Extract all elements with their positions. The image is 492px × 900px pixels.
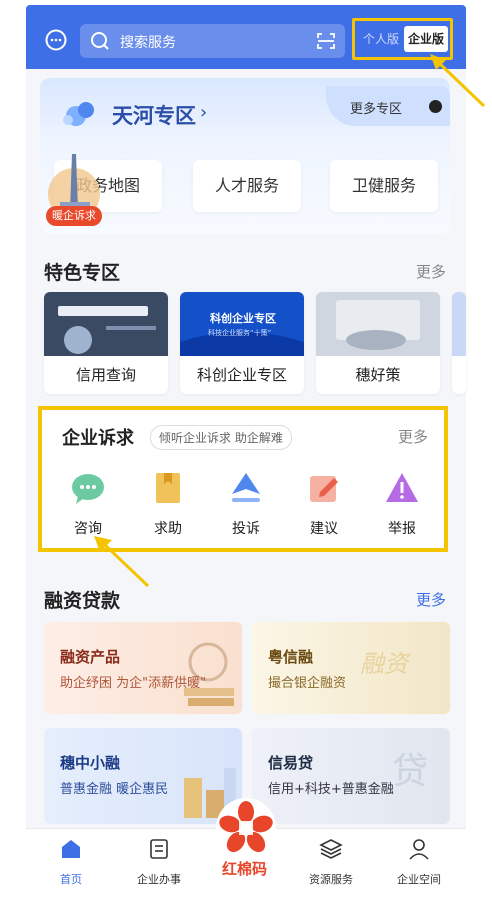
credit-query-tile[interactable]: 信用查询	[44, 292, 168, 394]
talent-service-button[interactable]: 人才服务	[193, 160, 301, 212]
tianhe-logo-icon	[63, 102, 94, 126]
warning-icon	[386, 473, 418, 502]
bookmark-icon	[156, 473, 180, 503]
finance-more-link[interactable]: 更多	[416, 589, 446, 610]
report-button[interactable]: 举报	[372, 470, 432, 540]
complaint-label: 投诉	[232, 521, 260, 537]
chevron-right-icon: ›	[200, 102, 208, 123]
tab-enterprise-affairs-label: 企业办事	[137, 873, 181, 886]
featured-more-link[interactable]: 更多	[416, 261, 446, 282]
user-icon	[409, 839, 429, 860]
suggestion-label: 建议	[310, 521, 338, 537]
sui-sme-finance-card[interactable]: 穗中小融 普惠金融 暖企惠民	[44, 728, 242, 824]
report-label: 举报	[388, 521, 416, 537]
tech-banner-subtitle: 科技企业服务“十策”	[208, 329, 272, 337]
tab-enterprise-space-label: 企业空间	[397, 873, 441, 886]
sui-sme-finance-title: 穗中小融	[60, 754, 121, 772]
complaint-button[interactable]: 投诉	[216, 470, 276, 540]
tab-resource-service[interactable]: 资源服务	[296, 837, 366, 887]
finance-section-title: 融资贷款	[44, 590, 121, 612]
yuexinrong-watermark: 融资	[360, 650, 408, 678]
kapok-code-button[interactable]	[216, 798, 276, 858]
tab-resource-service-label: 资源服务	[309, 873, 353, 886]
callout-arrow-top	[430, 54, 486, 108]
warm-enterprise-badge[interactable]: 暖企诉求	[46, 206, 102, 226]
enterprise-version-button[interactable]: 企业版	[404, 26, 448, 52]
credit-query-label: 信用查询	[75, 366, 136, 384]
tech-enterprise-label: 科创企业专区	[196, 366, 287, 384]
chat-bubble-icon	[72, 474, 104, 504]
finance-product-title: 融资产品	[60, 648, 121, 666]
scan-icon[interactable]	[316, 31, 336, 51]
tab-enterprise-affairs[interactable]: 企业办事	[124, 837, 194, 887]
search-icon	[91, 32, 109, 50]
sui-policy-image	[316, 292, 440, 356]
sui-policy-label: 穗好策	[355, 366, 401, 384]
xinyidai-title: 信易贷	[268, 754, 314, 772]
featured-section-title: 特色专区	[44, 262, 121, 284]
complaint-more-link[interactable]: 更多	[398, 426, 428, 447]
tech-enterprise-tile[interactable]: 科创企业专区 科技企业服务“十策” 科创企业专区	[180, 292, 304, 394]
finance-product-card[interactable]: 融资产品 助企纾困 为企"添薪供暖"	[44, 622, 242, 714]
xinyidai-subtitle: 信用+科技+普惠金融	[268, 782, 394, 797]
home-icon	[62, 840, 80, 858]
tab-home[interactable]: 首页	[36, 837, 106, 887]
layers-icon	[319, 839, 343, 859]
tianhe-zone-title: 天河专区	[112, 104, 196, 128]
health-service-button[interactable]: 卫健服务	[330, 160, 438, 212]
xinyidai-watermark: 贷	[392, 751, 429, 792]
personal-version-button[interactable]: 个人版	[359, 26, 403, 52]
complaint-subtitle: 倾听企业诉求 助企解难	[150, 425, 292, 450]
kapok-code-label: 红棉码	[222, 860, 268, 878]
message-icon[interactable]	[44, 29, 68, 51]
credit-query-image	[44, 292, 168, 356]
callout-arrow-bottom	[94, 536, 150, 588]
complaint-title: 企业诉求	[62, 428, 134, 449]
xinyidai-card[interactable]: 贷 信易贷 信用+科技+普惠金融	[252, 728, 450, 824]
tab-enterprise-space[interactable]: 企业空间	[384, 837, 454, 887]
tech-banner-title: 科创企业专区	[210, 312, 276, 325]
send-icon	[232, 473, 260, 502]
yuexinrong-subtitle: 撮合银企融资	[268, 676, 347, 691]
more-zones-label: 更多专区	[350, 102, 403, 117]
search-input[interactable]: 搜索服务	[80, 24, 345, 58]
next-tile-peek[interactable]	[452, 292, 466, 394]
sui-sme-finance-subtitle: 普惠金融 暖企惠民	[60, 782, 169, 797]
yuexinrong-title: 粤信融	[268, 648, 314, 666]
suggestion-button[interactable]: 建议	[294, 470, 354, 540]
kapok-flower-icon	[218, 800, 274, 856]
document-icon	[150, 839, 168, 859]
sui-policy-tile[interactable]: 穗好策	[316, 292, 440, 394]
edit-icon	[310, 476, 338, 502]
finance-product-subtitle: 助企纾困 为企"添薪供暖"	[60, 676, 207, 691]
search-placeholder: 搜索服务	[120, 35, 176, 51]
yuexinrong-card[interactable]: 融资 粤信融 撮合银企融资	[252, 622, 450, 714]
tab-home-label: 首页	[60, 873, 82, 886]
